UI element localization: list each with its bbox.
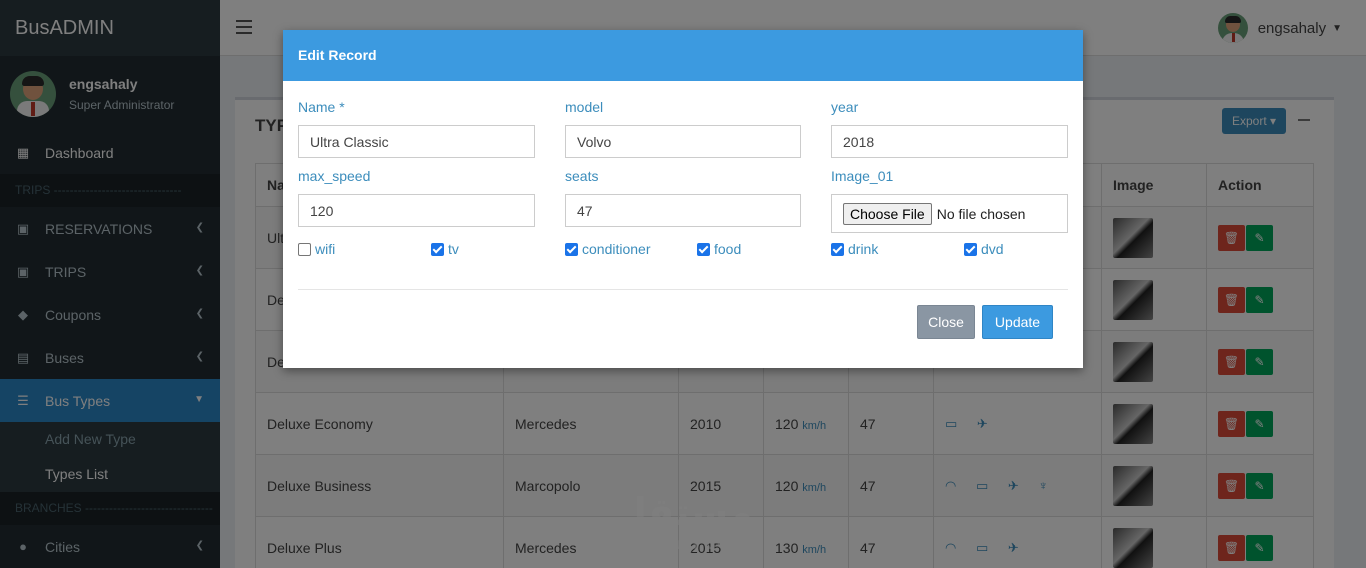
checkbox-box[interactable] <box>431 242 444 256</box>
update-button[interactable]: Update <box>982 305 1053 339</box>
year-input[interactable] <box>831 125 1068 158</box>
name-label: Name * <box>298 99 345 115</box>
name-input[interactable] <box>298 125 535 158</box>
checkbox-wifi[interactable]: wifi <box>298 241 335 257</box>
image-file-input[interactable]: Choose File No file chosen <box>831 194 1068 233</box>
checkbox-label: wifi <box>315 241 336 257</box>
max-speed-label: max_speed <box>298 168 371 184</box>
model-label: model <box>565 99 604 115</box>
file-status: No file chosen <box>936 205 1026 222</box>
checkbox-tv[interactable]: tv <box>431 241 459 257</box>
checkbox-box[interactable] <box>831 242 844 256</box>
modal-title: Edit Record <box>283 30 1083 81</box>
checkbox-label: conditioner <box>582 241 651 257</box>
seats-input[interactable] <box>565 194 801 227</box>
seats-label: seats <box>565 168 599 184</box>
checkbox-label: drink <box>848 241 879 257</box>
checkbox-label: dvd <box>981 241 1004 257</box>
checkbox-box[interactable] <box>964 242 977 256</box>
checkbox-box[interactable] <box>565 242 578 256</box>
choose-file-button[interactable]: Choose File <box>843 202 932 225</box>
image-label: Image_01 <box>831 168 894 184</box>
year-label: year <box>831 99 859 115</box>
checkbox-drink[interactable]: drink <box>831 241 878 257</box>
checkbox-label: food <box>714 241 742 257</box>
close-button[interactable]: Close <box>917 305 975 339</box>
modal-divider <box>298 289 1068 290</box>
edit-record-modal: Edit Record Name * model year max_speed … <box>283 30 1083 368</box>
checkbox-dvd[interactable]: dvd <box>964 241 1004 257</box>
checkbox-box[interactable] <box>298 242 311 256</box>
checkbox-food[interactable]: food <box>697 241 741 257</box>
checkbox-box[interactable] <box>697 242 710 256</box>
checkbox-conditioner[interactable]: conditioner <box>565 241 651 257</box>
checkbox-label: tv <box>448 241 459 257</box>
model-input[interactable] <box>565 125 801 158</box>
max-speed-input[interactable] <box>298 194 535 227</box>
